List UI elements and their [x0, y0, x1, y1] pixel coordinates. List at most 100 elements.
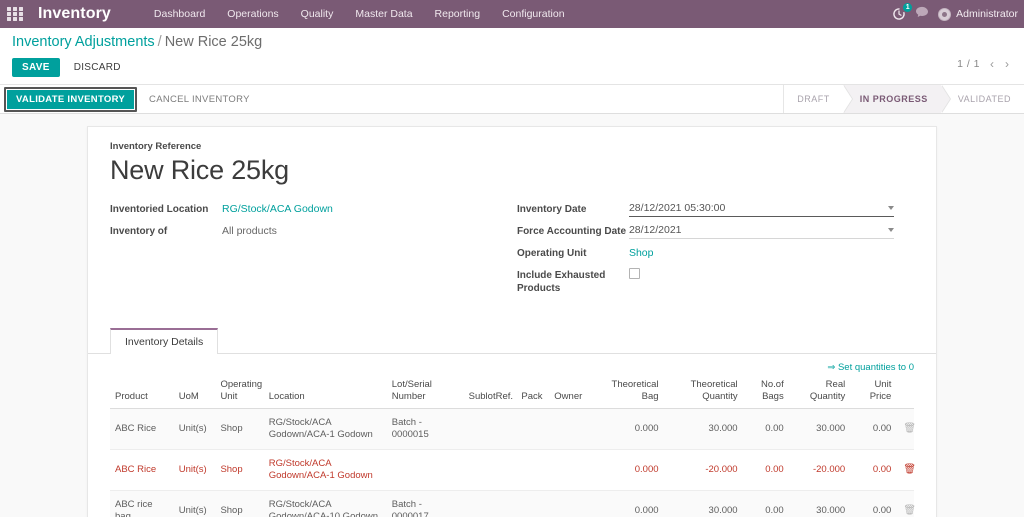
- cell-product[interactable]: ABC Rice: [110, 449, 174, 491]
- trash-icon[interactable]: 🗑: [901, 464, 916, 475]
- cell-pack[interactable]: [516, 490, 550, 517]
- cell-theoretical-bag[interactable]: 0.000: [591, 408, 664, 450]
- menu-item-quality[interactable]: Quality: [290, 2, 345, 26]
- field-force-accounting-date: Force Accounting Date 28/12/2021: [517, 224, 914, 240]
- cell-operating-unit[interactable]: Shop: [215, 490, 264, 517]
- table-row[interactable]: ABC Rice Unit(s) Shop RG/Stock/ACA Godow…: [110, 408, 916, 450]
- cell-location[interactable]: RG/Stock/ACA Godown/ACA-10 Godown: [263, 490, 387, 517]
- operating-unit-value[interactable]: Shop: [629, 246, 914, 260]
- cell-pack[interactable]: [516, 408, 550, 450]
- col-product[interactable]: Product: [110, 377, 174, 409]
- cell-unit-price[interactable]: 0.00: [850, 490, 897, 517]
- cell-theoretical-bag[interactable]: 0.000: [591, 490, 664, 517]
- cell-owner[interactable]: [549, 449, 592, 491]
- menu-item-dashboard[interactable]: Dashboard: [143, 2, 216, 26]
- clock-icon[interactable]: 1: [892, 3, 913, 21]
- cell-theoretical-quantity[interactable]: 30.000: [663, 408, 743, 450]
- col-no-of-bags[interactable]: No.of Bags: [742, 377, 789, 409]
- inventory-date-input[interactable]: 28/12/2021 05:30:00: [628, 202, 894, 217]
- cell-operating-unit[interactable]: Shop: [215, 449, 264, 491]
- status-in-progress[interactable]: IN PROGRESS: [842, 85, 951, 113]
- cell-theoretical-quantity[interactable]: -20.000: [663, 449, 743, 491]
- inventoried-location-label: Inventoried Location: [110, 204, 209, 215]
- status-validated[interactable]: VALIDATED: [940, 85, 1024, 113]
- col-owner[interactable]: Owner: [549, 377, 592, 409]
- cell-lot-serial[interactable]: Batch - 0000015: [386, 408, 464, 450]
- col-unit-price[interactable]: Unit Price: [850, 377, 897, 409]
- force-accounting-date-input[interactable]: 28/12/2021: [628, 224, 894, 239]
- menu-item-operations[interactable]: Operations: [216, 2, 289, 26]
- cell-product[interactable]: ABC Rice: [110, 408, 174, 450]
- cell-owner[interactable]: [549, 490, 592, 517]
- col-real-quantity[interactable]: Real Quantity: [788, 377, 851, 409]
- app-brand-inventory[interactable]: Inventory: [38, 5, 111, 23]
- cancel-inventory-button[interactable]: CANCEL INVENTORY: [141, 90, 258, 109]
- cell-location[interactable]: RG/Stock/ACA Godown/ACA-1 Godown: [263, 449, 387, 491]
- menu-item-configuration[interactable]: Configuration: [491, 2, 575, 26]
- inventory-of-value[interactable]: All products: [222, 224, 517, 238]
- col-sublot-ref[interactable]: SublotRef.: [463, 377, 517, 409]
- cell-unit-price[interactable]: 0.00: [850, 408, 897, 450]
- chat-bubble-icon[interactable]: [915, 5, 929, 23]
- user-menu[interactable]: Administrator: [938, 7, 1020, 21]
- cell-real-quantity[interactable]: 30.000: [788, 408, 851, 450]
- cell-theoretical-quantity[interactable]: 30.000: [663, 490, 743, 517]
- cell-owner[interactable]: [549, 408, 592, 450]
- cell-sublot-ref[interactable]: [463, 408, 517, 450]
- status-in-progress-label: IN PROGRESS: [859, 94, 928, 104]
- status-draft[interactable]: DRAFT: [784, 85, 853, 113]
- cell-pack[interactable]: [516, 449, 550, 491]
- breadcrumb-item-inventory-adjustments[interactable]: Inventory Adjustments: [12, 34, 155, 50]
- cell-no-of-bags[interactable]: 0.00: [742, 408, 789, 450]
- chevron-down-icon[interactable]: [887, 206, 894, 210]
- cell-uom[interactable]: Unit(s): [173, 408, 216, 450]
- cell-uom[interactable]: Unit(s): [173, 449, 216, 491]
- inventoried-location-value[interactable]: RG/Stock/ACA Godown: [222, 202, 517, 216]
- form-column-left: Inventoried Location RG/Stock/ACA Godown…: [110, 202, 517, 301]
- col-theoretical-bag[interactable]: Theoretical Bag: [591, 377, 664, 409]
- table-row[interactable]: ABC rice bag Unit(s) Shop RG/Stock/ACA G…: [110, 490, 916, 517]
- cell-no-of-bags[interactable]: 0.00: [742, 490, 789, 517]
- force-accounting-date-label: Force Accounting Date: [516, 226, 627, 237]
- pager-previous-icon[interactable]: ‹: [989, 58, 995, 70]
- set-quantities-to-zero-link[interactable]: ⇒ Set quantities to 0: [827, 362, 914, 373]
- col-lot-serial-number[interactable]: Lot/Serial Number: [386, 377, 464, 409]
- cell-product[interactable]: ABC rice bag: [110, 490, 174, 517]
- table-header: Product UoM Operating Unit Location Lot/…: [110, 377, 914, 409]
- cell-no-of-bags[interactable]: 0.00: [742, 449, 789, 491]
- col-uom[interactable]: UoM: [173, 377, 216, 409]
- col-pack[interactable]: Pack: [516, 377, 550, 409]
- activity-count-badge: 1: [903, 3, 913, 12]
- cell-real-quantity[interactable]: 30.000: [788, 490, 851, 517]
- discard-button[interactable]: DISCARD: [70, 58, 125, 77]
- trash-icon[interactable]: 🗑: [901, 423, 916, 434]
- tab-inventory-details[interactable]: Inventory Details: [110, 328, 219, 354]
- table-row[interactable]: ABC Rice Unit(s) Shop RG/Stock/ACA Godow…: [110, 449, 916, 491]
- cell-operating-unit[interactable]: Shop: [215, 408, 264, 450]
- validate-inventory-button[interactable]: VALIDATE INVENTORY: [7, 89, 135, 109]
- cell-lot-serial[interactable]: [386, 449, 464, 491]
- col-theoretical-quantity[interactable]: Theoretical Quantity: [663, 377, 743, 409]
- cell-real-quantity[interactable]: -20.000: [788, 449, 851, 491]
- top-navbar: Inventory Dashboard Operations Quality M…: [0, 0, 1024, 28]
- include-exhausted-products-checkbox[interactable]: [628, 268, 640, 279]
- menu-item-master-data[interactable]: Master Data: [344, 2, 423, 26]
- col-location[interactable]: Location: [263, 377, 387, 409]
- include-exhausted-products-label: Include Exhausted Products: [516, 270, 606, 294]
- force-accounting-date-value: 28/12/2021: [628, 224, 682, 236]
- col-operating-unit[interactable]: Operating Unit: [215, 377, 264, 409]
- cell-theoretical-bag[interactable]: 0.000: [591, 449, 664, 491]
- trash-icon[interactable]: 🗑: [901, 505, 916, 516]
- chevron-down-icon[interactable]: [887, 228, 894, 232]
- apps-grid-icon[interactable]: [4, 3, 26, 25]
- cell-lot-serial[interactable]: Batch - 0000017: [386, 490, 464, 517]
- cell-sublot-ref[interactable]: [463, 449, 517, 491]
- save-button[interactable]: SAVE: [12, 58, 60, 77]
- menu-item-reporting[interactable]: Reporting: [424, 2, 492, 26]
- cell-uom[interactable]: Unit(s): [173, 490, 216, 517]
- pager-next-icon[interactable]: ›: [1004, 58, 1010, 70]
- field-inventory-date: Inventory Date 28/12/2021 05:30:00: [517, 202, 914, 218]
- cell-unit-price[interactable]: 0.00: [850, 449, 897, 491]
- cell-sublot-ref[interactable]: [463, 490, 517, 517]
- cell-location[interactable]: RG/Stock/ACA Godown/ACA-1 Godown: [263, 408, 387, 450]
